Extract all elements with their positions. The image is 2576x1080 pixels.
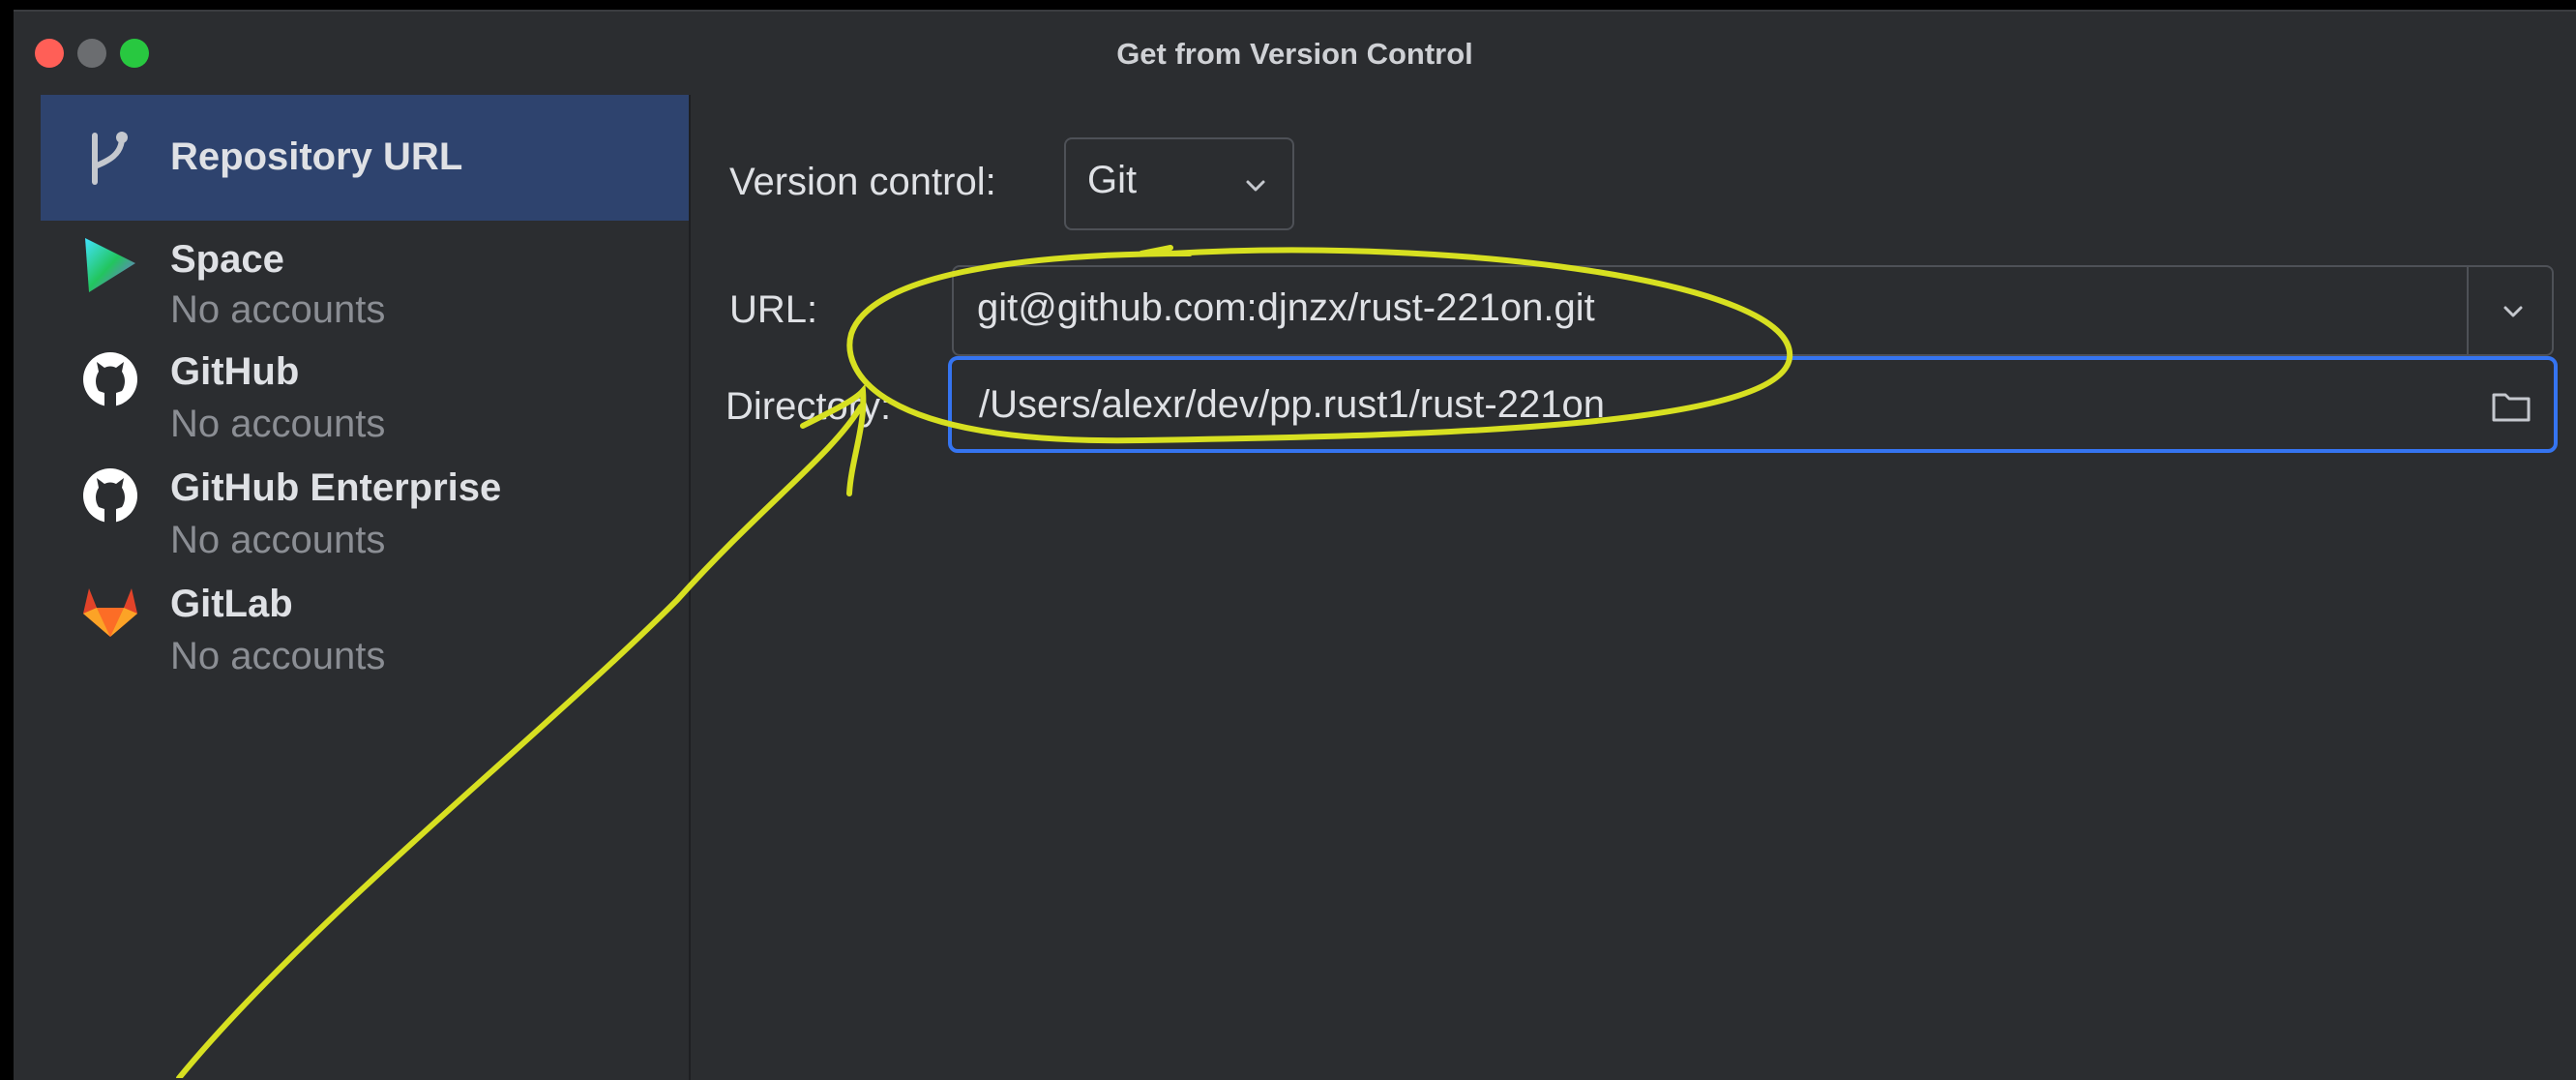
sidebar-item-github[interactable]: GitHub No accounts [41, 337, 689, 445]
folder-icon[interactable] [2490, 387, 2532, 426]
sidebar-item-status: No accounts [170, 519, 386, 561]
sidebar-item-status: No accounts [170, 288, 386, 331]
combo-divider [2467, 267, 2469, 354]
url-input[interactable]: git@github.com:djnzx/rust-221on.git [977, 286, 1595, 330]
sidebar-item-gitlab[interactable]: GitLab No accounts [41, 569, 689, 677]
main-content: Version control: Git URL: git@github.com… [691, 95, 2576, 1080]
title-bar: Get from Version Control [14, 12, 2576, 95]
version-control-value: Git [1087, 159, 1138, 201]
vcs-branch-icon [92, 132, 128, 185]
directory-field[interactable]: /Users/alexr/dev/pp.rust1/rust-221on [948, 356, 2558, 453]
github-logo-icon [83, 352, 137, 406]
sidebar: Repository URL Space No accounts GitHub … [41, 95, 691, 1080]
dialog-window: Get from Version Control Repository URL [14, 10, 2576, 1080]
sidebar-item-status: No accounts [170, 635, 386, 677]
chevron-down-icon [1246, 180, 1265, 192]
sidebar-item-status: No accounts [170, 403, 386, 445]
gitlab-logo-icon [83, 588, 137, 637]
version-control-select[interactable]: Git [1064, 137, 1294, 230]
version-control-label: Version control: [729, 161, 996, 203]
sidebar-item-github-enterprise[interactable]: GitHub Enterprise No accounts [41, 453, 689, 561]
sidebar-item-label: GitHub Enterprise [170, 466, 502, 509]
chevron-down-icon[interactable] [2496, 294, 2531, 329]
sidebar-item-label: GitLab [170, 583, 293, 625]
url-label: URL: [729, 288, 818, 331]
sidebar-item-space[interactable]: Space No accounts [41, 221, 689, 331]
space-logo-icon [85, 238, 135, 292]
window-title: Get from Version Control [1116, 37, 1473, 71]
github-logo-icon [83, 468, 137, 523]
directory-label: Directory: [725, 385, 892, 428]
sidebar-item-label: Repository URL [170, 135, 463, 178]
sidebar-item-label: Space [170, 238, 284, 281]
sidebar-item-repository-url[interactable]: Repository URL [41, 95, 689, 221]
directory-input[interactable]: /Users/alexr/dev/pp.rust1/rust-221on [979, 383, 1605, 427]
url-combo-field[interactable]: git@github.com:djnzx/rust-221on.git [952, 265, 2554, 356]
sidebar-item-label: GitHub [170, 350, 300, 393]
